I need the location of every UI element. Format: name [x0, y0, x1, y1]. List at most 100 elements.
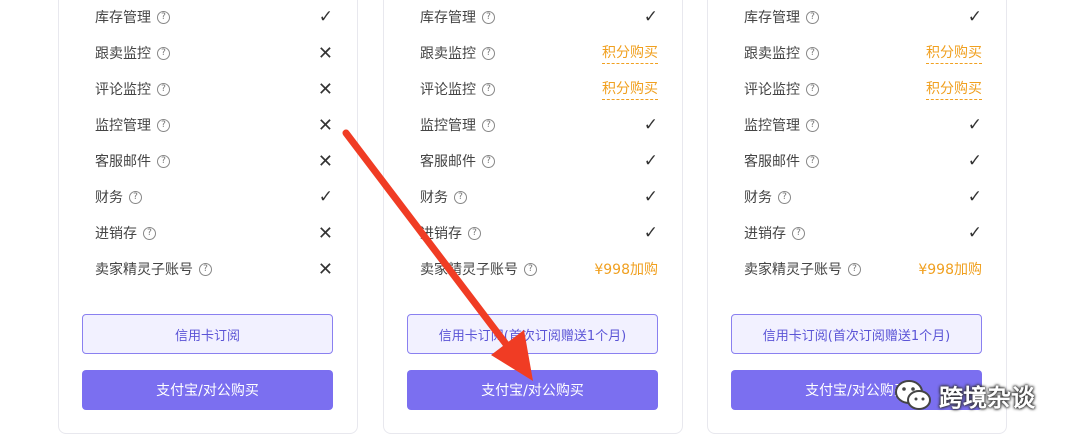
feature-label: 客服邮件 [420, 154, 476, 170]
help-icon[interactable]: ? [157, 46, 170, 60]
check-icon: ✓ [318, 7, 333, 27]
help-icon[interactable]: ? [157, 82, 170, 96]
wechat-icon [895, 380, 931, 410]
addon-price-link[interactable]: ¥998加购 [918, 259, 982, 279]
check-icon: ✓ [643, 187, 658, 207]
feature-label: 监控管理 [95, 118, 151, 134]
help-icon[interactable]: ? [806, 46, 819, 60]
feature-label: 监控管理 [420, 118, 476, 134]
help-icon[interactable]: ? [157, 10, 170, 24]
alipay-purchase-button[interactable]: 支付宝/对公购买 [407, 370, 658, 410]
plan-card-1: 库存管理? ✓ 跟卖监控? ✕ 评论监控? ✕ 监控管理? ✕ 客服邮件? ✕ … [58, 0, 358, 434]
feature-row: 财务? ✓ [744, 179, 982, 215]
help-icon[interactable]: ? [482, 10, 495, 24]
help-icon[interactable]: ? [806, 154, 819, 168]
feature-row: 跟卖监控? ✕ [95, 35, 333, 71]
credit-card-subscribe-button[interactable]: 信用卡订阅 [82, 314, 333, 354]
feature-label: 卖家精灵子账号 [420, 262, 518, 278]
cross-icon: ✕ [317, 42, 333, 64]
feature-label: 评论监控 [420, 82, 476, 98]
watermark: 跨境杂谈 [893, 370, 1053, 420]
help-icon[interactable]: ? [129, 190, 142, 204]
feature-row: 跟卖监控? 积分购买 [744, 35, 982, 71]
feature-row: 卖家精灵子账号? ✕ [95, 251, 333, 287]
help-icon[interactable]: ? [157, 154, 170, 168]
alipay-purchase-button[interactable]: 支付宝/对公购买 [82, 370, 333, 410]
points-purchase-link[interactable]: 积分购买 [926, 42, 982, 64]
help-icon[interactable]: ? [848, 262, 861, 276]
feature-label: 跟卖监控 [744, 46, 800, 62]
feature-label: 进销存 [95, 226, 137, 242]
feature-row: 监控管理? ✕ [95, 107, 333, 143]
feature-row: 监控管理? ✓ [744, 107, 982, 143]
help-icon[interactable]: ? [524, 262, 537, 276]
help-icon[interactable]: ? [482, 82, 495, 96]
feature-row: 评论监控? ✕ [95, 71, 333, 107]
check-icon: ✓ [318, 187, 333, 207]
help-icon[interactable]: ? [454, 190, 467, 204]
feature-label: 客服邮件 [95, 154, 151, 170]
cross-icon: ✕ [317, 78, 333, 100]
feature-row: 评论监控? 积分购买 [744, 71, 982, 107]
feature-label: 库存管理 [744, 10, 800, 26]
feature-row: 客服邮件? ✕ [95, 143, 333, 179]
check-icon: ✓ [643, 223, 658, 243]
points-purchase-link[interactable]: 积分购买 [926, 78, 982, 100]
feature-label: 评论监控 [744, 82, 800, 98]
points-purchase-link[interactable]: 积分购买 [602, 78, 658, 100]
feature-label: 卖家精灵子账号 [744, 262, 842, 278]
plan-card-2: 库存管理? ✓ 跟卖监控? 积分购买 评论监控? 积分购买 监控管理? ✓ 客服… [383, 0, 683, 434]
feature-label: 进销存 [420, 226, 462, 242]
cross-icon: ✕ [317, 114, 333, 136]
feature-label: 财务 [744, 190, 772, 206]
feature-label: 卖家精灵子账号 [95, 262, 193, 278]
help-icon[interactable]: ? [806, 118, 819, 132]
cross-icon: ✕ [317, 258, 333, 280]
feature-row: 评论监控? 积分购买 [420, 71, 658, 107]
addon-price-link[interactable]: ¥998加购 [594, 259, 658, 279]
help-icon[interactable]: ? [199, 262, 212, 276]
help-icon[interactable]: ? [143, 226, 156, 240]
credit-card-subscribe-button[interactable]: 信用卡订阅(首次订阅赠送1个月) [407, 314, 658, 354]
cross-icon: ✕ [317, 150, 333, 172]
check-icon: ✓ [967, 187, 982, 207]
check-icon: ✓ [643, 115, 658, 135]
feature-label: 财务 [95, 190, 123, 206]
help-icon[interactable]: ? [792, 226, 805, 240]
check-icon: ✓ [643, 151, 658, 171]
help-icon[interactable]: ? [778, 190, 791, 204]
feature-row: 客服邮件? ✓ [744, 143, 982, 179]
help-icon[interactable]: ? [482, 118, 495, 132]
plan-card-3: 库存管理? ✓ 跟卖监控? 积分购买 评论监控? 积分购买 监控管理? ✓ 客服… [707, 0, 1007, 434]
feature-label: 库存管理 [95, 10, 151, 26]
feature-label: 评论监控 [95, 82, 151, 98]
feature-row: 进销存? ✓ [744, 215, 982, 251]
help-icon[interactable]: ? [806, 82, 819, 96]
check-icon: ✓ [967, 7, 982, 27]
check-icon: ✓ [643, 7, 658, 27]
help-icon[interactable]: ? [806, 10, 819, 24]
feature-row: 卖家精灵子账号? ¥998加购 [744, 251, 982, 287]
feature-label: 财务 [420, 190, 448, 206]
check-icon: ✓ [967, 115, 982, 135]
feature-row: 监控管理? ✓ [420, 107, 658, 143]
help-icon[interactable]: ? [482, 46, 495, 60]
credit-card-subscribe-button[interactable]: 信用卡订阅(首次订阅赠送1个月) [731, 314, 982, 354]
feature-row: 财务? ✓ [95, 179, 333, 215]
points-purchase-link[interactable]: 积分购买 [602, 42, 658, 64]
feature-label: 跟卖监控 [95, 46, 151, 62]
feature-row: 库存管理? ✓ [95, 0, 333, 35]
help-icon[interactable]: ? [482, 154, 495, 168]
feature-row: 客服邮件? ✓ [420, 143, 658, 179]
check-icon: ✓ [967, 151, 982, 171]
cross-icon: ✕ [317, 222, 333, 244]
feature-label: 跟卖监控 [420, 46, 476, 62]
help-icon[interactable]: ? [157, 118, 170, 132]
feature-label: 客服邮件 [744, 154, 800, 170]
help-icon[interactable]: ? [468, 226, 481, 240]
feature-label: 进销存 [744, 226, 786, 242]
feature-row: 卖家精灵子账号? ¥998加购 [420, 251, 658, 287]
feature-label: 库存管理 [420, 10, 476, 26]
feature-row: 进销存? ✕ [95, 215, 333, 251]
check-icon: ✓ [967, 223, 982, 243]
